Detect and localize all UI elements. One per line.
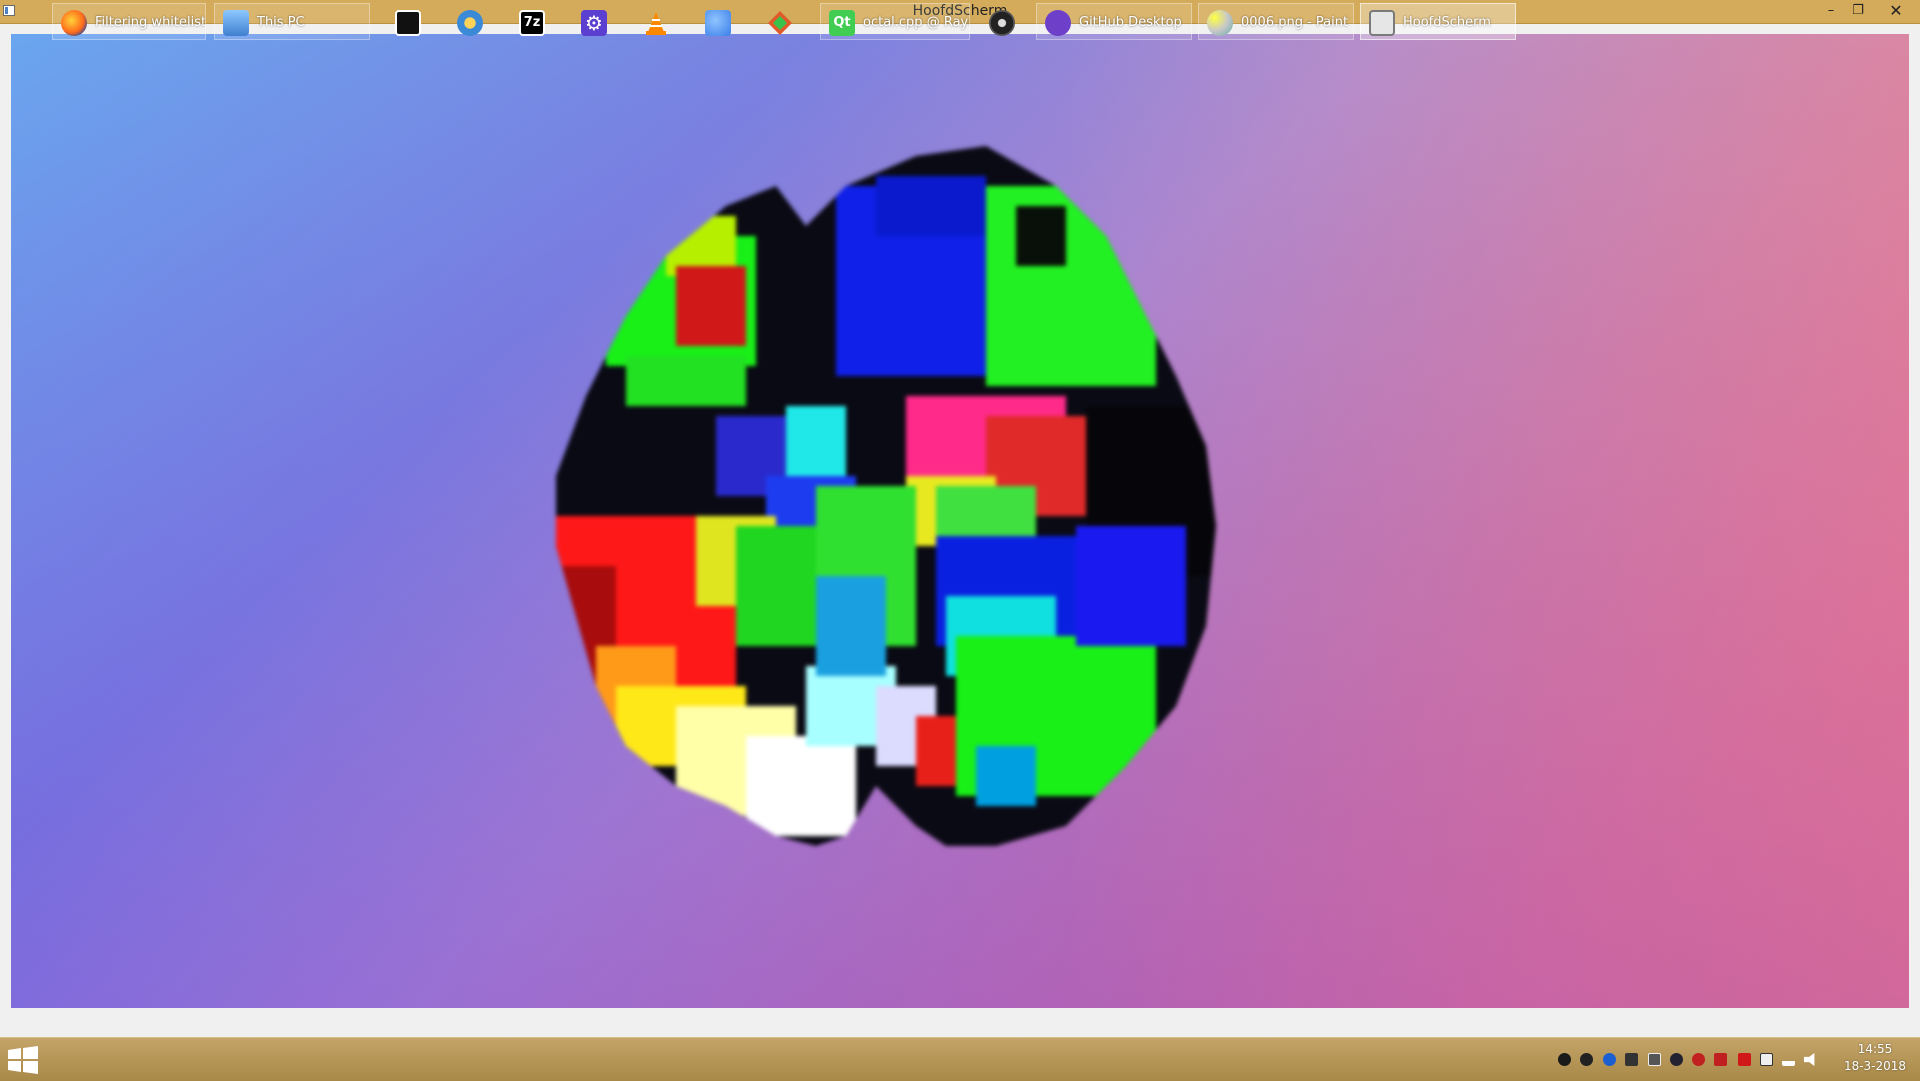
antivirus-icon[interactable] xyxy=(1692,1053,1705,1066)
taskbar-item-hoofdscherm[interactable]: HoofdScherm xyxy=(1360,3,1516,40)
obs-tray-icon[interactable] xyxy=(1558,1053,1571,1066)
fallout-vault-icon xyxy=(457,10,483,36)
qt-creator-icon: Qt xyxy=(829,10,855,36)
clock-date: 18-3-2018 xyxy=(1843,1059,1907,1073)
volume-icon[interactable] xyxy=(1714,1053,1727,1066)
firefox-icon xyxy=(61,10,87,36)
app-window-icon xyxy=(1369,10,1395,36)
vlc-cone-icon xyxy=(646,12,666,35)
voxel-sphere-render xyxy=(556,146,1216,846)
taskbar-item-paint[interactable]: 0006.png - Paint xyxy=(1198,3,1354,40)
tools-icon[interactable] xyxy=(1625,1053,1638,1066)
taskbar-item-vlc[interactable] xyxy=(634,3,678,40)
battery-icon[interactable] xyxy=(1760,1053,1773,1066)
render-viewport[interactable] xyxy=(11,34,1909,1008)
taskbar-item-github-desktop[interactable]: GitHub Desktop xyxy=(1036,3,1192,40)
taskbar-item-7zip[interactable]: 7z xyxy=(510,3,554,40)
display-icon[interactable] xyxy=(1648,1053,1661,1066)
taskbar-item-git[interactable] xyxy=(758,3,802,40)
git-diamond-icon xyxy=(768,11,792,35)
close-button[interactable]: ✕ xyxy=(1880,0,1912,22)
s-tray-icon[interactable] xyxy=(1580,1053,1593,1066)
taskbar-item-fallout[interactable] xyxy=(448,3,492,40)
steam-icon[interactable] xyxy=(1670,1053,1683,1066)
taskbar-item-bird[interactable] xyxy=(696,3,740,40)
inkscape-icon xyxy=(395,10,421,36)
computer-icon xyxy=(223,10,249,36)
taskbar-item-inkscape[interactable] xyxy=(386,3,430,40)
taskbar-item-firefox[interactable]: Filtering whitelist ... xyxy=(52,3,206,40)
settings-gear-icon: ⚙ xyxy=(581,10,607,36)
github-icon xyxy=(1045,10,1071,36)
clock-time: 14:55 xyxy=(1857,1042,1893,1056)
7zip-icon: 7z xyxy=(519,10,545,36)
network-icon[interactable] xyxy=(1782,1053,1795,1066)
taskbar-item-obs[interactable] xyxy=(980,3,1024,40)
paint-icon xyxy=(1207,10,1233,36)
maximize-button[interactable]: ❐ xyxy=(1845,0,1871,22)
obs-icon xyxy=(989,10,1015,36)
taskbar-item-qt-creator[interactable]: Qt octal.cpp @ Rayc... xyxy=(820,3,970,40)
flag-icon[interactable] xyxy=(1738,1053,1751,1066)
taskbar-item-settings[interactable]: ⚙ xyxy=(572,3,616,40)
windows-start-icon[interactable] xyxy=(6,1046,40,1074)
bluetooth-icon[interactable] xyxy=(1603,1053,1616,1066)
taskbar-item-this-pc[interactable]: This PC xyxy=(214,3,370,40)
minimize-button[interactable]: – xyxy=(1818,0,1844,22)
bird-icon xyxy=(705,10,731,36)
taskbar-clock[interactable]: 14:55 18-3-2018 xyxy=(1840,1041,1910,1075)
